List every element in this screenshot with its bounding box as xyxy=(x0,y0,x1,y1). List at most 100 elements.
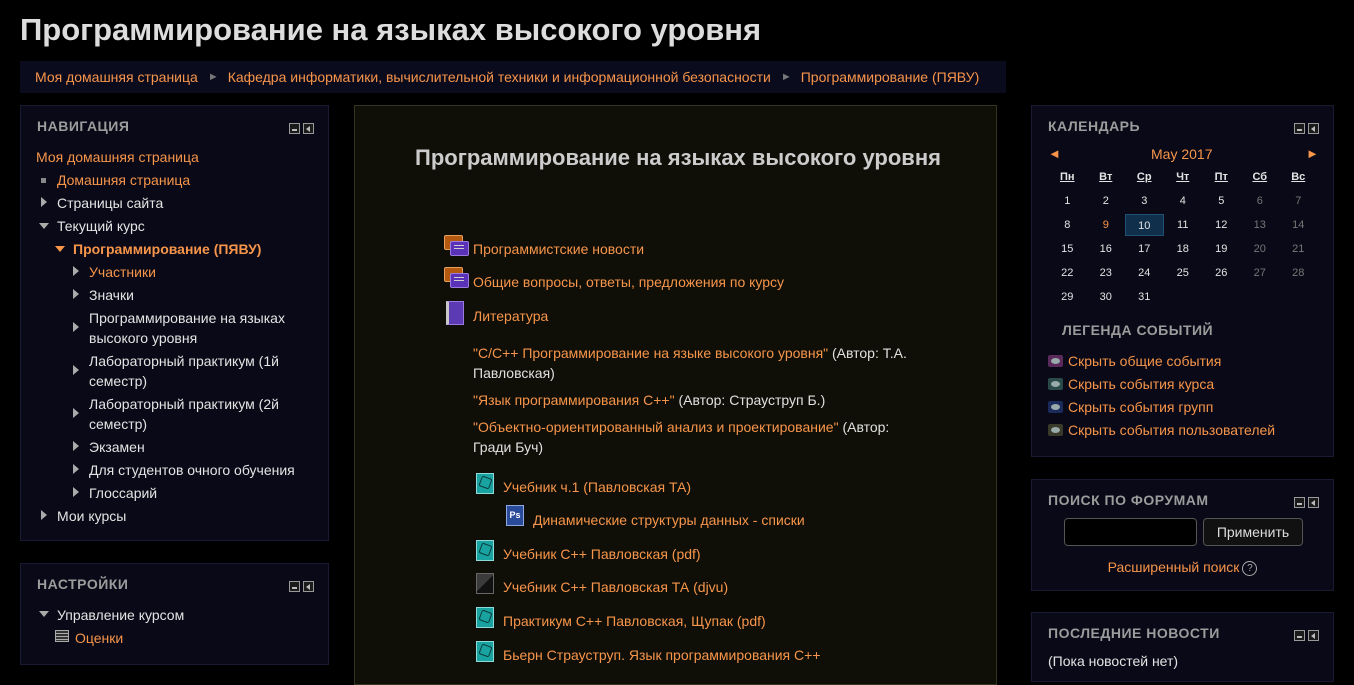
legend-item[interactable]: Скрыть события групп xyxy=(1048,399,1213,415)
minimize-icon[interactable] xyxy=(289,581,300,592)
calendar-today[interactable]: 10 xyxy=(1125,214,1164,236)
dock-icon[interactable] xyxy=(1308,630,1319,641)
nav-current-course[interactable]: Текущий курс xyxy=(57,216,145,236)
calendar-day[interactable]: 5 xyxy=(1202,190,1241,212)
expand-icon[interactable] xyxy=(73,266,79,276)
calendar-day[interactable]: 24 xyxy=(1125,262,1164,284)
nav-section-exam[interactable]: Экзамен xyxy=(89,437,145,457)
calendar-day[interactable]: 16 xyxy=(1087,238,1126,260)
calendar-day[interactable]: 2 xyxy=(1087,190,1126,212)
resource-textbook-1[interactable]: Учебник ч.1 (Павловская ТА) xyxy=(503,479,691,495)
expand-icon[interactable] xyxy=(41,510,47,520)
activity-qa-forum[interactable]: Общие вопросы, ответы, предложения по ку… xyxy=(473,274,784,290)
literature-link[interactable]: "C/C++ Программирование на языке высоког… xyxy=(473,345,828,361)
calendar-day[interactable]: 15 xyxy=(1048,238,1087,260)
legend-item[interactable]: Скрыть события курса xyxy=(1048,376,1214,392)
nav-participants[interactable]: Участники xyxy=(89,262,156,282)
calendar-day[interactable]: 28 xyxy=(1279,262,1318,284)
calendar-day[interactable]: 7 xyxy=(1279,190,1318,212)
resource-dynamic-structures[interactable]: Динамические структуры данных - списки xyxy=(533,512,805,528)
breadcrumb-home[interactable]: Моя домашняя страница xyxy=(35,69,198,85)
breadcrumb-course[interactable]: Программирование (ПЯВУ) xyxy=(801,69,980,85)
expand-icon[interactable] xyxy=(73,365,79,375)
dock-icon[interactable] xyxy=(1308,497,1319,508)
legend-toggle-link[interactable]: Скрыть события групп xyxy=(1068,399,1213,415)
calendar-day[interactable]: 23 xyxy=(1087,262,1126,284)
expand-icon[interactable] xyxy=(73,408,79,418)
calendar-day[interactable]: 18 xyxy=(1164,238,1203,260)
calendar-day[interactable]: 13 xyxy=(1241,214,1280,236)
activity-literature[interactable]: Литература xyxy=(473,308,548,324)
settings-course-admin[interactable]: Управление курсом xyxy=(57,605,184,625)
nav-section-lab1[interactable]: Лабораторный практикум (1й семестр) xyxy=(89,351,299,391)
nav-section-glossary[interactable]: Глоссарий xyxy=(89,483,157,503)
forum-search-input[interactable] xyxy=(1064,518,1197,546)
dock-icon[interactable] xyxy=(303,123,314,134)
nav-site-home[interactable]: Домашняя страница xyxy=(57,170,190,190)
legend-toggle-link[interactable]: Скрыть общие события xyxy=(1068,353,1221,369)
calendar-day[interactable]: 31 xyxy=(1125,286,1164,308)
calendar-day[interactable]: 21 xyxy=(1279,238,1318,260)
minimize-icon[interactable] xyxy=(289,123,300,134)
expand-icon[interactable] xyxy=(73,441,79,451)
calendar-day[interactable]: 4 xyxy=(1164,190,1203,212)
resource-practicum-pdf[interactable]: Практикум С++ Павловская, Щупак (pdf) xyxy=(503,613,766,629)
resource-stroustrup[interactable]: Бьерн Страуструп. Язык программирования … xyxy=(503,647,821,663)
activity-news-forum[interactable]: Программистские новости xyxy=(473,241,644,257)
advanced-search-link[interactable]: Расширенный поиск xyxy=(1108,559,1240,575)
resource-textbook-pdf[interactable]: Учебник С++ Павловская (pdf) xyxy=(503,546,701,562)
calendar-month-link[interactable]: May 2017 xyxy=(1151,146,1212,162)
help-icon[interactable]: ? xyxy=(1242,561,1258,576)
calendar-day[interactable]: 17 xyxy=(1125,238,1164,260)
expand-icon[interactable] xyxy=(41,197,47,207)
minimize-icon[interactable] xyxy=(1294,123,1305,134)
settings-grades[interactable]: Оценки xyxy=(75,628,123,648)
literature-link[interactable]: "Объектно-ориентированный анализ и проек… xyxy=(473,419,839,435)
calendar-next-icon[interactable]: ► xyxy=(1306,146,1319,161)
nav-section-lab2[interactable]: Лабораторный практикум (2й семестр) xyxy=(89,394,299,434)
nav-site-pages[interactable]: Страницы сайта xyxy=(57,193,163,213)
calendar-day[interactable]: 3 xyxy=(1125,190,1164,212)
search-apply-button[interactable]: Применить xyxy=(1203,518,1303,546)
nav-section-fulltime[interactable]: Для студентов очного обучения xyxy=(89,460,295,480)
dock-icon[interactable] xyxy=(1308,123,1319,134)
calendar-day[interactable]: 29 xyxy=(1048,286,1087,308)
calendar-day[interactable]: 11 xyxy=(1164,214,1203,236)
calendar-day[interactable]: 6 xyxy=(1241,190,1280,212)
collapse-icon[interactable] xyxy=(55,246,65,252)
expand-icon[interactable] xyxy=(73,322,79,332)
resource-textbook-djvu[interactable]: Учебник С++ Павловская ТА (djvu) xyxy=(503,579,728,595)
minimize-icon[interactable] xyxy=(1294,497,1305,508)
expand-icon[interactable] xyxy=(73,464,79,474)
collapse-icon[interactable] xyxy=(39,223,49,229)
calendar-prev-icon[interactable]: ◄ xyxy=(1048,146,1061,161)
calendar-day[interactable]: 30 xyxy=(1087,286,1126,308)
nav-badges[interactable]: Значки xyxy=(89,285,134,305)
expand-icon[interactable] xyxy=(73,289,79,299)
minimize-icon[interactable] xyxy=(1294,630,1305,641)
dock-icon[interactable] xyxy=(303,581,314,592)
nav-section-languages[interactable]: Программирование на языках высокого уров… xyxy=(89,308,299,348)
legend-toggle-link[interactable]: Скрыть события пользователей xyxy=(1068,422,1275,438)
nav-home-link[interactable]: Моя домашняя страница xyxy=(36,147,199,167)
legend-item[interactable]: Скрыть общие события xyxy=(1048,353,1221,369)
expand-icon[interactable] xyxy=(73,487,79,497)
calendar-day[interactable]: 26 xyxy=(1202,262,1241,284)
calendar-day[interactable]: 1 xyxy=(1048,190,1087,212)
calendar-day[interactable]: 27 xyxy=(1241,262,1280,284)
calendar-day[interactable]: 14 xyxy=(1279,214,1318,236)
nav-my-courses[interactable]: Мои курсы xyxy=(57,506,126,526)
calendar-day[interactable]: 8 xyxy=(1048,214,1087,236)
breadcrumb-department[interactable]: Кафедра информатики, вычислительной техн… xyxy=(228,69,771,85)
nav-course[interactable]: Программирование (ПЯВУ) xyxy=(73,239,261,259)
calendar-day[interactable]: 19 xyxy=(1202,238,1241,260)
collapse-icon[interactable] xyxy=(39,611,49,617)
calendar-day[interactable]: 25 xyxy=(1164,262,1203,284)
legend-item[interactable]: Скрыть события пользователей xyxy=(1048,422,1275,438)
legend-toggle-link[interactable]: Скрыть события курса xyxy=(1068,376,1214,392)
calendar-day[interactable]: 20 xyxy=(1241,238,1280,260)
literature-link[interactable]: "Язык программирования С++" xyxy=(473,392,675,408)
calendar-day[interactable]: 22 xyxy=(1048,262,1087,284)
calendar-day[interactable]: 9 xyxy=(1087,214,1126,236)
calendar-day[interactable]: 12 xyxy=(1202,214,1241,236)
